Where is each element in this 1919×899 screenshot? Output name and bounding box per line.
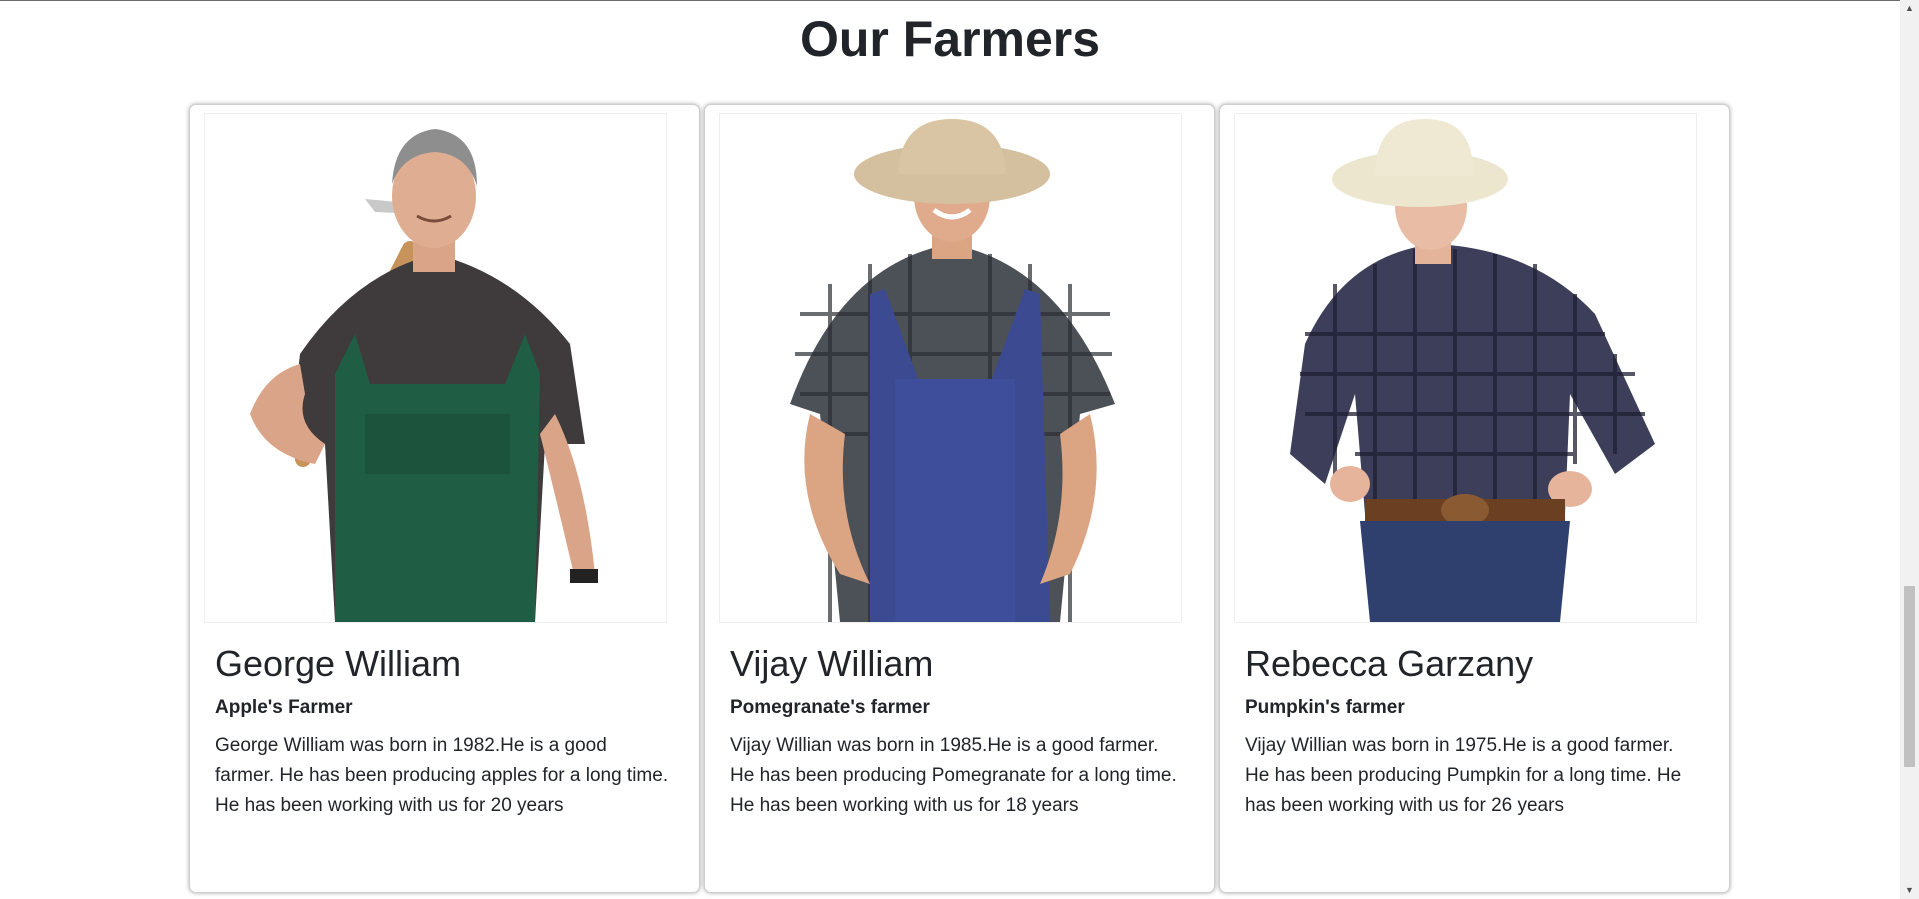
scrollbar-thumb[interactable]	[1904, 586, 1915, 767]
farmer-role: Apple's Farmer	[215, 697, 353, 718]
farmer-role: Pomegranate's farmer	[730, 697, 930, 718]
farmer-bio: George William was born in 1982.He is a …	[215, 735, 669, 816]
farmer-name: Rebecca Garzany	[1245, 643, 1534, 684]
farmer-card-george: George William Apple's Farmer George Wil…	[189, 104, 700, 893]
vertical-scrollbar[interactable]: ▲ ▼	[1900, 0, 1919, 899]
farmer-role: Pumpkin's farmer	[1245, 697, 1405, 718]
farmer-card-vijay: Vijay William Pomegranate's farmer Vijay…	[704, 104, 1215, 893]
page-top-border	[0, 0, 1900, 1]
farmer-card-rebecca: Rebecca Garzany Pumpkin's farmer Vijay W…	[1219, 104, 1730, 893]
farmer-name: George William	[215, 643, 462, 684]
farmer-photo-rebecca	[1234, 113, 1697, 623]
farmer-photo-vijay	[719, 113, 1182, 623]
triangle-up-icon[interactable]: ▲	[1900, 0, 1919, 17]
section-title: Our Farmers	[799, 11, 1101, 67]
farmer-bio: Vijay Willian was born in 1985.He is a g…	[730, 735, 1177, 816]
triangle-down-icon[interactable]: ▼	[1900, 882, 1919, 899]
farmer-name: Vijay William	[730, 643, 934, 684]
farmer-photo-george	[204, 113, 667, 623]
farmer-bio: Vijay Willian was born in 1975.He is a g…	[1245, 735, 1682, 816]
